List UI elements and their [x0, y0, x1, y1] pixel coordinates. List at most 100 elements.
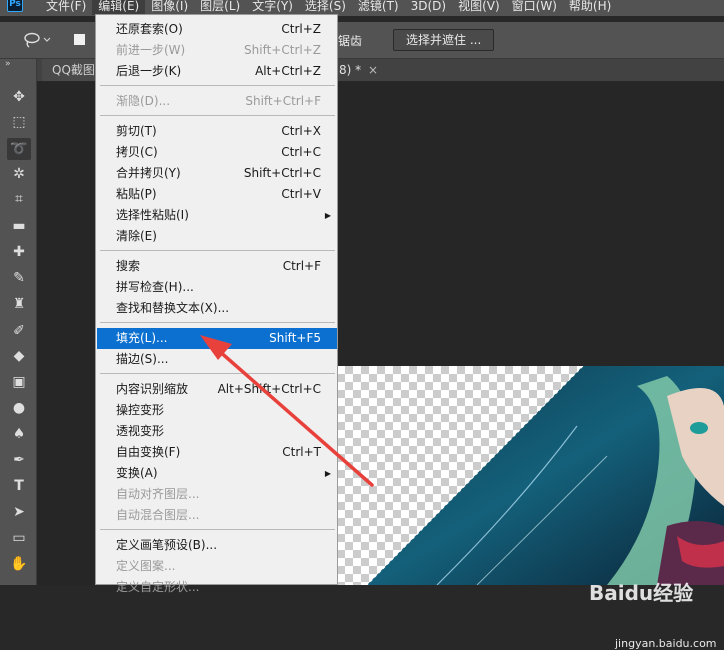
menu-item-find-replace[interactable]: 查找和替换文本(X)... [97, 298, 337, 319]
menu-item-cut[interactable]: 剪切(T) Ctrl+X [97, 121, 337, 142]
submenu-arrow-icon: ▶ [324, 211, 331, 220]
menu-item-label: 操控变形 [116, 403, 165, 417]
menu-item-label: 后退一步(K) [116, 64, 182, 78]
submenu-arrow-icon: ▶ [324, 469, 331, 478]
menu-item-define-brush-preset[interactable]: 定义画笔预设(B)... [97, 535, 337, 556]
menu-item-step-backward[interactable]: 后退一步(K) Alt+Ctrl+Z [97, 61, 337, 82]
move-tool-icon[interactable]: ✥ [7, 86, 31, 108]
menu-item-define-pattern[interactable]: 定义图案... [97, 556, 337, 577]
menu-item-stroke[interactable]: 描边(S)... [97, 349, 337, 370]
crop-tool-icon[interactable]: ⌗ [7, 188, 31, 210]
menu-item-label: 粘贴(P) [116, 187, 157, 201]
menu-item-clear[interactable]: 清除(E) [97, 226, 337, 247]
eraser-tool-icon[interactable]: ◆ [7, 345, 31, 367]
anti-alias-label[interactable]: 锯齿 [338, 32, 362, 49]
menu-item-auto-blend-layers[interactable]: 自动混合图层... [97, 505, 337, 526]
menu-item-label: 自由变换(F) [116, 445, 181, 459]
menu-item-fill[interactable]: 填充(L)... Shift+F5 [97, 328, 337, 349]
healing-brush-tool-icon[interactable]: ✚ [7, 241, 31, 263]
menu-item-shortcut: Ctrl+C [281, 145, 321, 159]
menu-separator [100, 529, 335, 530]
type-tool-icon[interactable]: T [7, 475, 31, 497]
menu-item-paste[interactable]: 粘贴(P) Ctrl+V [97, 184, 337, 205]
menu-item-spell-check[interactable]: 拼写检查(H)... [97, 277, 337, 298]
menu-separator [100, 373, 335, 374]
tool-preset-picker[interactable] [22, 31, 62, 49]
menu-item-label: 透视变形 [116, 424, 165, 438]
menu-item-free-transform[interactable]: 自由变换(F) Ctrl+T [97, 442, 337, 463]
marquee-tool-icon[interactable]: ⬚ [7, 111, 31, 133]
menu-item-shortcut: Alt+Ctrl+Z [255, 64, 321, 78]
menu-item-fade[interactable]: 渐隐(D)... Shift+Ctrl+F [97, 91, 337, 112]
dodge-tool-icon[interactable]: ♠ [7, 423, 31, 445]
menu-item-step-forward[interactable]: 前进一步(W) Shift+Ctrl+Z [97, 40, 337, 61]
blur-tool-icon[interactable]: ● [7, 397, 31, 419]
menu-layer[interactable]: 图层(L) [194, 0, 246, 15]
lasso-tool-icon[interactable]: ➰ [7, 138, 31, 160]
menu-item-label: 定义画笔预设(B)... [116, 538, 218, 552]
menu-item-label: 还原套索(O) [116, 22, 183, 36]
menu-item-label: 搜索 [116, 259, 141, 273]
menu-item-label: 填充(L)... [116, 331, 168, 345]
menu-item-shortcut: Ctrl+F [282, 259, 321, 273]
menu-item-copy-merged[interactable]: 合并拷贝(Y) Shift+Ctrl+C [97, 163, 337, 184]
menu-item-paste-special[interactable]: 选择性粘贴(I) ▶ [97, 205, 337, 226]
menu-item-auto-align-layers[interactable]: 自动对齐图层... [97, 484, 337, 505]
rectangle-tool-icon[interactable]: ▭ [7, 527, 31, 549]
menu-item-undo-lasso[interactable]: 还原套索(O) Ctrl+Z [97, 19, 337, 40]
lasso-icon [24, 32, 51, 48]
tools-panel: » ✥ ⬚ ➰ ✲ ⌗ ▬ ✚ ✎ ♜ ✐ ◆ ▣ ● ♠ ✒ T ➤ ▭ ✋ [0, 59, 37, 585]
ruler-tool-icon[interactable]: ▬ [7, 215, 31, 237]
menu-item-label: 选择性粘贴(I) [116, 208, 189, 222]
menu-item-define-custom-shape[interactable]: 定义自定形状... [97, 577, 337, 598]
gradient-tool-icon[interactable]: ▣ [7, 371, 31, 393]
menu-item-label: 渐隐(D)... [116, 94, 171, 108]
menu-items: 文件(F) 编辑(E) 图像(I) 图层(L) 文字(Y) 选择(S) 滤镜(T… [40, 0, 617, 15]
edit-menu-dropdown: 还原套索(O) Ctrl+Z 前进一步(W) Shift+Ctrl+Z 后退一步(K… [95, 14, 338, 594]
menu-item-transform[interactable]: 变换(A) ▶ [97, 463, 337, 484]
new-selection-button[interactable] [70, 30, 90, 50]
menu-item-shortcut: Alt+Shift+Ctrl+C [217, 382, 321, 396]
select-and-mask-button[interactable]: 选择并遮住 ... [393, 29, 495, 51]
magic-wand-tool-icon[interactable]: ✲ [7, 163, 31, 185]
path-selection-tool-icon[interactable]: ➤ [7, 501, 31, 523]
menu-image[interactable]: 图像(I) [145, 0, 194, 15]
history-brush-tool-icon[interactable]: ✐ [7, 320, 31, 342]
menu-item-label: 自动混合图层... [116, 508, 200, 522]
menu-help[interactable]: 帮助(H) [563, 0, 617, 15]
menu-view[interactable]: 视图(V) [452, 0, 506, 15]
menu-filter[interactable]: 滤镜(T) [352, 0, 405, 15]
menu-type[interactable]: 文字(Y) [246, 0, 299, 15]
menu-item-label: 拷贝(C) [116, 145, 158, 159]
clone-stamp-tool-icon[interactable]: ♜ [7, 293, 31, 315]
menu-item-search[interactable]: 搜索 Ctrl+F [97, 256, 337, 277]
menu-window[interactable]: 窗口(W) [506, 0, 563, 15]
menu-separator [100, 85, 335, 86]
menu-item-label: 剪切(T) [116, 124, 157, 138]
menu-item-puppet-warp[interactable]: 操控变形 [97, 400, 337, 421]
menu-separator [100, 115, 335, 116]
menu-3d[interactable]: 3D(D) [405, 0, 452, 15]
hand-tool-icon[interactable]: ✋ [7, 553, 31, 575]
photoshop-logo: Ps [7, 0, 23, 12]
menu-item-label: 自动对齐图层... [116, 487, 200, 501]
pen-tool-icon[interactable]: ✒ [7, 449, 31, 471]
menu-item-copy[interactable]: 拷贝(C) Ctrl+C [97, 142, 337, 163]
menu-item-label: 清除(E) [116, 229, 157, 243]
menu-item-label: 描边(S)... [116, 352, 169, 366]
watermark-logo: Baidu经验 [589, 581, 694, 605]
expand-panel-icon[interactable]: » [5, 59, 11, 69]
menu-separator [100, 250, 335, 251]
menu-edit[interactable]: 编辑(E) [92, 0, 146, 15]
menu-item-perspective-warp[interactable]: 透视变形 [97, 421, 337, 442]
watermark-url: jingyan.baidu.com [615, 637, 717, 650]
brush-tool-icon[interactable]: ✎ [7, 267, 31, 289]
menu-item-label: 拼写检查(H)... [116, 280, 194, 294]
menu-select[interactable]: 选择(S) [299, 0, 352, 15]
menu-item-shortcut: Shift+F5 [269, 331, 321, 345]
close-tab-icon[interactable]: × [368, 59, 378, 81]
menu-item-content-aware-scale[interactable]: 内容识别缩放 Alt+Shift+Ctrl+C [97, 379, 337, 400]
menu-file[interactable]: 文件(F) [40, 0, 92, 15]
document-tab-title[interactable]: 8) * [339, 59, 361, 81]
menu-item-shortcut: Shift+Ctrl+F [245, 94, 321, 108]
